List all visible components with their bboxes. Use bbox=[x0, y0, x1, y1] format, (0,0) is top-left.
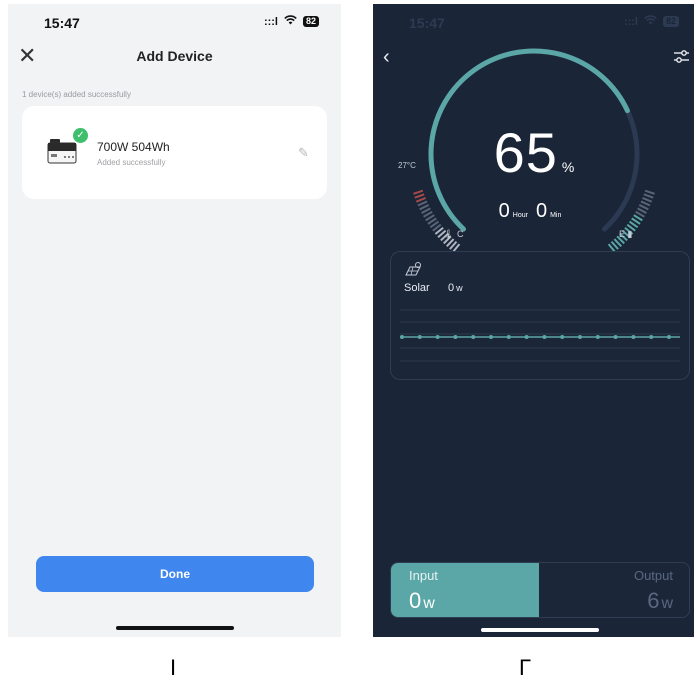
success-message: 1 device(s) added successfully bbox=[22, 90, 131, 99]
solar-panel-card[interactable]: Solar 0w bbox=[390, 251, 690, 380]
gauge-e-label: E bbox=[619, 229, 626, 239]
wifi-icon bbox=[284, 15, 297, 28]
solar-data-point bbox=[578, 335, 582, 339]
thermometer-icon: 🌡 bbox=[443, 229, 455, 239]
caption-right: Г bbox=[519, 655, 531, 680]
edit-icon[interactable]: ✎ bbox=[298, 145, 309, 161]
check-icon: ✓ bbox=[73, 128, 88, 143]
output-value-unit: w bbox=[661, 595, 673, 612]
energy-tick bbox=[644, 189, 655, 195]
solar-data-point bbox=[560, 335, 565, 339]
output-value: 6w bbox=[647, 588, 673, 614]
solar-data-point bbox=[649, 335, 654, 339]
status-bar-icons: :::l 82 bbox=[264, 15, 319, 28]
solar-data-point bbox=[435, 335, 440, 339]
input-value-unit: w bbox=[423, 595, 435, 612]
signal-icon: :::l bbox=[263, 15, 278, 28]
home-indicator bbox=[116, 626, 234, 630]
solar-value: 0w bbox=[448, 282, 463, 294]
input-value: 0w bbox=[409, 588, 435, 614]
output-value-number: 6 bbox=[647, 588, 660, 613]
battery-percent-unit: % bbox=[561, 159, 575, 175]
device-card[interactable]: ✓ 700W 504Wh Added successfully ✎ bbox=[22, 106, 327, 199]
add-device-screen: 15:47 :::l 82 ✕ Add Device 1 device(s) a… bbox=[8, 4, 341, 637]
hours-unit: Hour bbox=[512, 212, 528, 219]
solar-data-point bbox=[489, 335, 493, 339]
solar-data-point bbox=[613, 335, 618, 339]
input-value-number: 0 bbox=[409, 588, 422, 613]
input-tab[interactable]: Input 0w bbox=[391, 563, 539, 617]
solar-data-point bbox=[595, 335, 600, 339]
battery-percent-value: 65 bbox=[493, 121, 558, 184]
solar-label: Solar bbox=[404, 282, 430, 294]
page-title: Add Device bbox=[136, 48, 213, 64]
solar-power-chart bbox=[400, 309, 680, 362]
temperature-tick bbox=[414, 193, 425, 199]
output-label: Output bbox=[633, 568, 673, 583]
battery-icon: 82 bbox=[302, 16, 319, 27]
output-tab[interactable]: Output 6w bbox=[539, 563, 689, 617]
energy-gauge-label: E ▮ bbox=[619, 229, 632, 240]
device-name: 700W 504Wh bbox=[97, 140, 170, 154]
solar-data-point bbox=[667, 335, 671, 339]
solar-data-point bbox=[400, 335, 404, 339]
power-station-icon bbox=[47, 139, 77, 164]
power-tabs: Input 0w Output 6w bbox=[390, 562, 690, 618]
caption-left: I bbox=[170, 655, 177, 680]
solar-data-point bbox=[631, 335, 636, 339]
device-status: Added successfully bbox=[97, 158, 166, 167]
energy-tick bbox=[643, 193, 654, 199]
minutes-unit: Min bbox=[550, 212, 562, 219]
hours-value: 0 bbox=[498, 200, 510, 222]
solar-value-number: 0 bbox=[448, 282, 455, 294]
temperature-label: 27°C bbox=[398, 161, 416, 170]
done-button[interactable]: Done bbox=[36, 556, 314, 592]
home-indicator bbox=[481, 628, 599, 632]
solar-data-point bbox=[471, 335, 476, 339]
temperature-tick bbox=[413, 189, 424, 195]
temperature-gauge-label: 🌡 C bbox=[443, 229, 463, 240]
minutes-value: 0 bbox=[535, 200, 548, 222]
status-time: 15:47 bbox=[44, 15, 80, 31]
remaining-time: 0 Hour 0 Min bbox=[373, 200, 694, 223]
gauge-c-label: C bbox=[456, 229, 464, 239]
solar-data-point bbox=[542, 335, 547, 339]
device-dashboard-screen: 15:47 :::l 82 ‹ 65% 0 Hour 0 Min 27°C 🌡 C E… bbox=[373, 4, 694, 637]
solar-data-point bbox=[417, 335, 422, 339]
solar-data-point bbox=[453, 335, 458, 339]
solar-data-point bbox=[506, 335, 511, 339]
solar-value-unit: w bbox=[456, 283, 463, 293]
solar-data-point bbox=[524, 335, 529, 339]
battery-percent: 65% bbox=[373, 120, 694, 185]
battery-small-icon: ▮ bbox=[627, 229, 633, 239]
solar-panel-icon bbox=[405, 262, 421, 276]
input-label: Input bbox=[409, 568, 438, 583]
